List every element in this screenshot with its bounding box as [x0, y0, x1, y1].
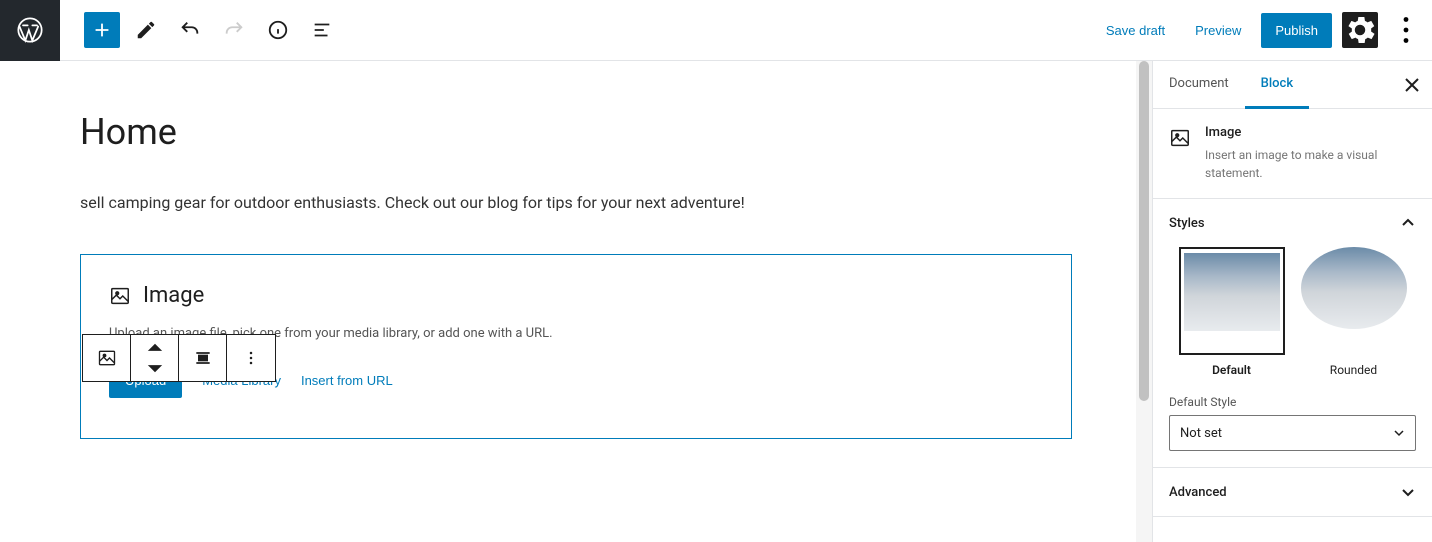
info-icon	[267, 19, 289, 41]
block-type-button[interactable]	[83, 335, 131, 381]
select-value: Not set	[1180, 426, 1222, 441]
save-draft-button[interactable]: Save draft	[1096, 17, 1175, 44]
style-thumbnail	[1301, 247, 1407, 329]
block-toolbar	[82, 334, 276, 382]
close-icon	[1405, 78, 1419, 92]
style-label-default: Default	[1179, 363, 1285, 377]
plus-icon	[91, 19, 113, 41]
gear-icon	[1342, 12, 1378, 48]
chevron-up-icon	[1400, 215, 1416, 231]
image-block-header: Image	[109, 283, 1043, 308]
wordpress-icon	[16, 16, 44, 44]
outline-icon	[311, 19, 333, 41]
tab-document[interactable]: Document	[1153, 61, 1245, 109]
main-area: Home sell camping gear for outdoor enthu…	[0, 61, 1432, 542]
image-block-title: Image	[143, 283, 204, 308]
editor-canvas[interactable]: Home sell camping gear for outdoor enthu…	[0, 61, 1152, 542]
add-block-button[interactable]	[84, 12, 120, 48]
styles-row: Default Rounded	[1169, 247, 1416, 377]
undo-button[interactable]	[172, 12, 208, 48]
undo-icon	[179, 19, 201, 41]
block-info: Image Insert an image to make a visual s…	[1153, 109, 1432, 199]
advanced-panel: Advanced	[1153, 468, 1432, 517]
style-label-rounded: Rounded	[1301, 363, 1407, 377]
image-icon	[1169, 127, 1191, 149]
block-mover[interactable]	[131, 335, 179, 381]
top-toolbar: Save draft Preview Publish	[0, 0, 1432, 61]
advanced-panel-header[interactable]: Advanced	[1153, 468, 1432, 516]
toolbar-right: Save draft Preview Publish	[1096, 12, 1432, 48]
style-option-default[interactable]: Default	[1179, 247, 1285, 377]
style-thumbnail	[1184, 253, 1280, 331]
edit-mode-button[interactable]	[128, 12, 164, 48]
block-info-description: Insert an image to make a visual stateme…	[1205, 146, 1416, 182]
paragraph-block[interactable]: sell camping gear for outdoor enthusiast…	[80, 193, 1072, 212]
info-button[interactable]	[260, 12, 296, 48]
style-option-rounded[interactable]: Rounded	[1301, 247, 1407, 377]
style-caption	[1231, 337, 1233, 344]
default-style-label: Default Style	[1169, 395, 1416, 409]
preview-button[interactable]: Preview	[1185, 17, 1251, 44]
chevron-down-icon	[1400, 484, 1416, 500]
toolbar-left	[60, 12, 340, 48]
publish-button[interactable]: Publish	[1261, 13, 1332, 48]
dots-vertical-icon	[241, 348, 261, 368]
align-button[interactable]	[179, 335, 227, 381]
chevron-down-icon	[145, 358, 165, 378]
redo-button[interactable]	[216, 12, 252, 48]
more-options-button[interactable]	[1388, 12, 1424, 48]
redo-icon	[223, 19, 245, 41]
style-preview-rounded	[1301, 247, 1407, 355]
chevron-up-icon	[145, 338, 165, 358]
image-icon	[97, 348, 117, 368]
page-title[interactable]: Home	[80, 111, 1072, 153]
pencil-icon	[135, 19, 157, 41]
styles-panel: Styles Default	[1153, 199, 1432, 468]
image-icon	[109, 285, 131, 307]
sidebar-tabs: Document Block	[1153, 61, 1432, 109]
settings-sidebar: Document Block Image Insert an image to …	[1152, 61, 1432, 542]
align-icon	[193, 348, 213, 368]
styles-panel-header[interactable]: Styles	[1153, 199, 1432, 247]
chevron-down-icon	[1393, 427, 1405, 439]
dots-vertical-icon	[1388, 12, 1424, 48]
block-more-button[interactable]	[227, 335, 275, 381]
wordpress-logo[interactable]	[0, 0, 60, 61]
close-sidebar-button[interactable]	[1392, 61, 1432, 109]
block-info-title: Image	[1205, 125, 1416, 140]
settings-button[interactable]	[1342, 12, 1378, 48]
styles-panel-body: Default Rounded Default Style Not set	[1153, 247, 1432, 467]
styles-heading: Styles	[1169, 216, 1205, 231]
insert-from-url-button[interactable]: Insert from URL	[301, 373, 393, 388]
scrollbar-thumb[interactable]	[1139, 61, 1149, 401]
editor-scrollbar[interactable]	[1136, 61, 1152, 542]
default-style-select[interactable]: Not set	[1169, 415, 1416, 451]
advanced-heading: Advanced	[1169, 485, 1227, 500]
tab-block[interactable]: Block	[1245, 61, 1309, 109]
style-preview-default	[1179, 247, 1285, 355]
outline-button[interactable]	[304, 12, 340, 48]
